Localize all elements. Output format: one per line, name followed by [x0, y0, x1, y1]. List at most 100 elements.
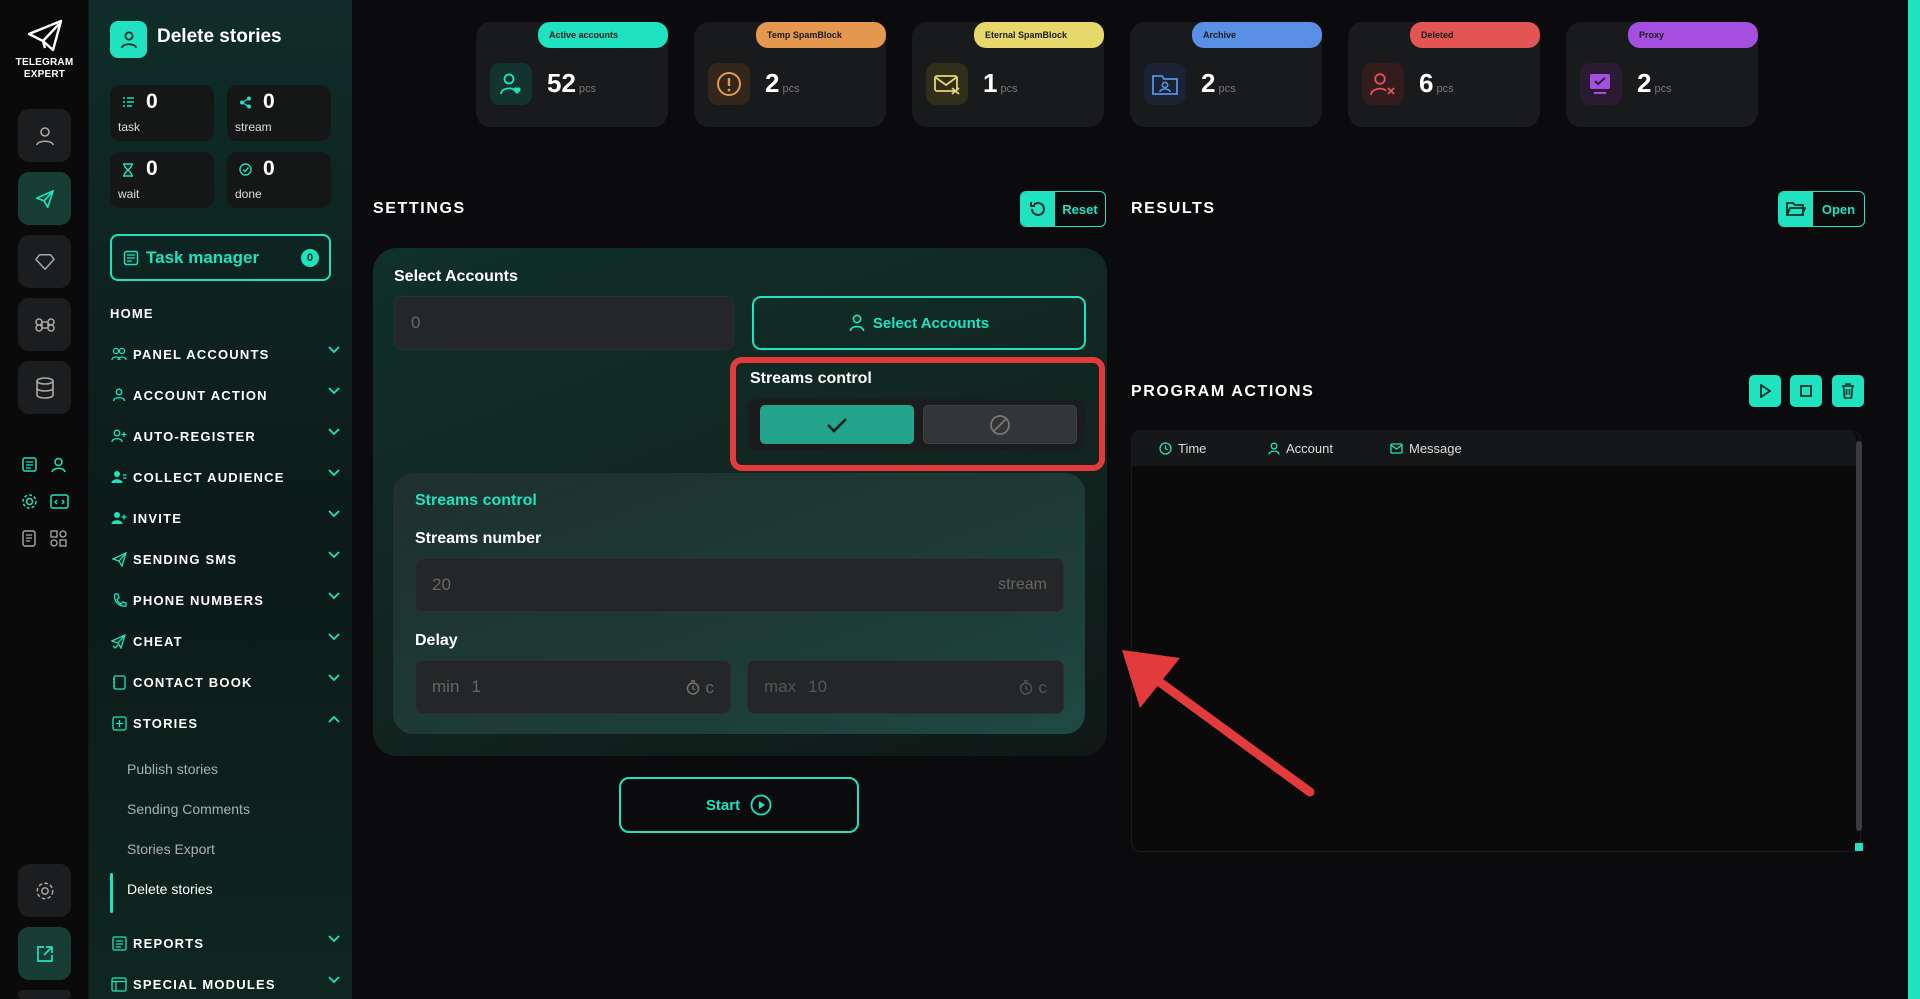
code-window-icon[interactable] — [50, 493, 69, 510]
nav-phone-numbers[interactable]: PHONE NUMBERS — [110, 588, 340, 612]
nav-special-modules[interactable]: SPECIAL MODULES — [110, 972, 340, 996]
grid-window-icon — [110, 976, 128, 992]
diamond-icon — [34, 252, 55, 272]
counter-number: 2 — [765, 68, 780, 98]
nav-label: STORIES — [133, 715, 199, 731]
notes-icon[interactable] — [21, 530, 38, 547]
nav-label: PHONE NUMBERS — [133, 592, 265, 608]
audience-icon — [110, 470, 128, 484]
nav-label: REPORTS — [133, 935, 205, 951]
action-log-header — [1131, 430, 1856, 466]
counter-label: Proxy — [1628, 22, 1758, 48]
reset-button[interactable]: Reset — [1020, 191, 1106, 227]
counter-value: 6 pcs — [1419, 68, 1454, 99]
accounts-count-field[interactable]: 0 — [394, 296, 734, 350]
counter-deleted[interactable]: Deleted 6 pcs — [1348, 22, 1540, 127]
rail-accounts-button[interactable] — [18, 109, 71, 162]
select-accounts-button[interactable]: Select Accounts — [752, 296, 1086, 350]
report-icon — [110, 935, 128, 951]
counter-proxy[interactable]: Proxy 2 pcs — [1566, 22, 1758, 127]
counter-active-accounts[interactable]: Active accounts 52 pcs — [476, 22, 668, 127]
rail-next-button[interactable] — [18, 990, 71, 999]
nav-label: SPECIAL MODULES — [133, 976, 276, 992]
col-time-label: Time — [1178, 441, 1207, 456]
sidebar: Delete stories 0 task 0 stream 0 wait 0 … — [89, 0, 352, 999]
counter-label: Eternal SpamBlock — [974, 22, 1104, 48]
profile-icon[interactable] — [50, 456, 67, 473]
nav-sub-sending-comments[interactable]: Sending Comments — [127, 801, 250, 817]
counter-eternal-spamblock[interactable]: Eternal SpamBlock 1 pcs — [912, 22, 1104, 127]
log-scrollbar[interactable] — [1856, 441, 1862, 831]
nav-sub-publish-stories[interactable]: Publish stories — [127, 761, 218, 777]
gear-icon[interactable] — [21, 493, 38, 510]
window-edge — [1908, 0, 1920, 999]
share-icon — [239, 96, 252, 109]
play-icon — [1759, 384, 1771, 398]
nav-contact-book[interactable]: CONTACT BOOK — [110, 670, 340, 694]
counter-label: Active accounts — [538, 22, 668, 48]
delay-min-unit: c — [705, 678, 715, 697]
rail-premium-button[interactable] — [18, 235, 71, 288]
stat-wait-label: wait — [118, 187, 140, 201]
stop-button[interactable] — [1790, 375, 1822, 407]
open-label: Open — [1821, 201, 1856, 217]
delay-min-input[interactable]: min 1 c — [415, 660, 731, 714]
nav-sub-delete-stories[interactable]: Delete stories — [127, 881, 213, 897]
start-button[interactable]: Start — [619, 777, 859, 833]
nav-auto-register[interactable]: AUTO-REGISTER — [110, 424, 340, 448]
col-time: Time — [1159, 441, 1206, 456]
results-title: RESULTS — [1131, 200, 1216, 217]
chevron-down-icon — [328, 469, 340, 477]
counter-archive[interactable]: Archive 2 pcs — [1130, 22, 1322, 127]
list-icon[interactable] — [21, 456, 38, 473]
rail-commands-button[interactable] — [18, 298, 71, 351]
nav-account-action[interactable]: ACCOUNT ACTION — [110, 383, 340, 407]
book-icon — [110, 674, 128, 690]
stat-task: 0 task — [110, 85, 214, 141]
nav-reports[interactable]: REPORTS — [110, 931, 340, 955]
chevron-down-icon — [328, 592, 340, 600]
open-button[interactable]: Open — [1778, 191, 1865, 227]
rail-settings-button[interactable] — [18, 864, 71, 917]
annotation-arrow — [1122, 650, 1315, 797]
nav-sub-stories-export[interactable]: Stories Export — [127, 841, 215, 857]
counter-label: Deleted — [1410, 22, 1540, 48]
counter-number: 1 — [983, 68, 998, 98]
nav-cheat[interactable]: CHEAT — [110, 629, 340, 653]
app-name-line2: EXPERT — [23, 69, 66, 80]
user-icon — [110, 388, 128, 402]
task-manager-label: Task manager — [146, 247, 260, 267]
nav-stories[interactable]: STORIES — [110, 711, 340, 735]
nav-panel-accounts[interactable]: PANEL ACCOUNTS — [110, 342, 340, 366]
clear-log-button[interactable] — [1832, 375, 1864, 407]
nav-sending-sms[interactable]: SENDING SMS — [110, 547, 340, 571]
send-icon — [35, 189, 55, 209]
chevron-down-icon — [328, 633, 340, 641]
stat-done-label: done — [235, 187, 262, 201]
task-manager-button[interactable]: Task manager 0 — [110, 234, 331, 281]
counter-unit: pcs — [1218, 83, 1236, 95]
stat-wait: 0 wait — [110, 152, 214, 208]
rail-telegram-button[interactable] — [18, 172, 71, 225]
nav-invite[interactable]: INVITE — [110, 506, 340, 530]
monitor-check-icon — [1580, 63, 1622, 105]
send-icon — [110, 551, 128, 567]
active-indicator — [110, 873, 113, 913]
counter-number: 6 — [1419, 68, 1434, 98]
app-logo[interactable]: TELEGRAM EXPERT — [8, 18, 81, 81]
counter-value: 2 pcs — [1637, 68, 1672, 99]
nav-home[interactable]: HOME — [110, 301, 340, 325]
chevron-down-icon — [328, 551, 340, 559]
resize-handle[interactable] — [1855, 843, 1863, 851]
counter-temp-spamblock[interactable]: Temp SpamBlock 2 pcs — [694, 22, 886, 127]
paper-plane-icon — [27, 19, 62, 52]
delay-max-input[interactable]: max 10 c — [747, 660, 1064, 714]
play-button[interactable] — [1749, 375, 1781, 407]
rail-database-button[interactable] — [18, 361, 71, 414]
rail-export-button[interactable] — [18, 927, 71, 980]
nav-collect-audience[interactable]: COLLECT AUDIENCE — [110, 465, 340, 489]
highlight-box — [730, 357, 1105, 471]
modules-icon[interactable] — [50, 530, 67, 547]
mail-icon — [1390, 443, 1403, 454]
streams-number-input[interactable]: 20 stream — [415, 558, 1064, 612]
